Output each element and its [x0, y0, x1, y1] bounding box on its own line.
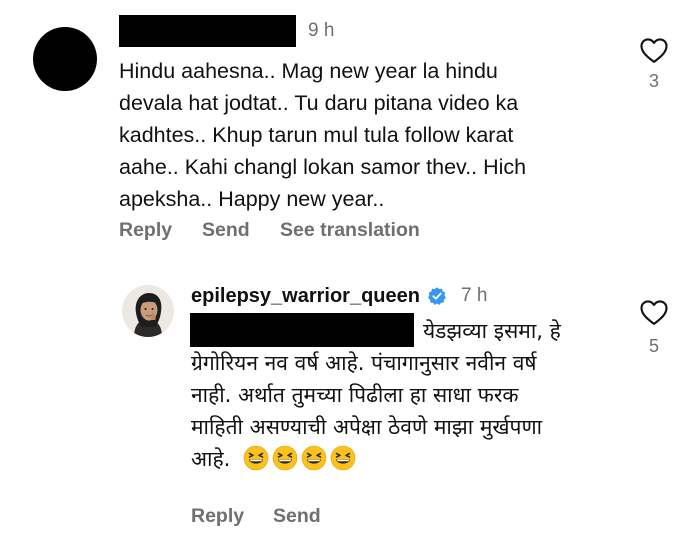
reply-reply-button[interactable]: Reply: [191, 505, 244, 528]
emoji-row: [243, 445, 359, 471]
comment-like-button[interactable]: [639, 36, 669, 69]
grinning-squinting-face-icon: [272, 445, 298, 471]
comment-send-button[interactable]: Send: [202, 219, 250, 242]
comment-line: apeksha.. Happy new year..: [119, 187, 385, 211]
redacted-username: [119, 15, 296, 47]
reply-line: माहिती असण्याची अपेक्षा ठेवणे माझा मुर्ख…: [191, 415, 543, 439]
comment-line: kadhtes.. Khup tarun mul tula follow kar…: [119, 123, 514, 147]
reply-body: येडझव्या इसमा, हे ग्रेगोरियन नव वर्ष आहे…: [191, 315, 631, 475]
commenter-avatar[interactable]: [33, 27, 97, 91]
grinning-squinting-face-icon: [330, 445, 356, 471]
reply-line: आहे.: [191, 447, 231, 471]
reply-line: नाही. अर्थात तुमच्या पिढीला हा साधा फरक: [191, 383, 519, 407]
comment-line: devala hat jodtat.. Tu daru pitana video…: [119, 91, 519, 115]
grinning-squinting-face-icon: [301, 445, 327, 471]
reply-line: ग्रेगोरियन नव वर्ष आहे. पंचागानुसार नवीन…: [191, 351, 537, 375]
comment-line: aahe.. Kahi changl lokan samor thev.. Hi…: [119, 155, 527, 179]
comment-like-count: 3: [648, 71, 659, 91]
comment-reply-button[interactable]: Reply: [119, 219, 172, 242]
reply-line: येडझव्या इसमा, हे: [423, 319, 561, 343]
verified-badge-icon: [427, 287, 446, 305]
reply-username[interactable]: epilepsy_warrior_queen: [191, 285, 420, 308]
reply-last-line: आहे.: [191, 443, 631, 475]
profile-photo: [122, 285, 174, 337]
reply-header: epilepsy_warrior_queen 7 h: [191, 283, 487, 309]
reply-send-button[interactable]: Send: [273, 505, 321, 528]
reply-like-button[interactable]: [639, 298, 669, 331]
comment-line: Hindu aahesna.. Mag new year la hindu: [119, 59, 498, 83]
heart-icon: [640, 300, 668, 325]
reply-timestamp: 7 h: [460, 285, 488, 306]
comment-timestamp: 9 h: [308, 20, 335, 41]
replier-avatar[interactable]: [122, 285, 174, 337]
reply-like-count: 5: [648, 336, 659, 356]
comment-body: Hindu aahesna.. Mag new year la hindu de…: [119, 55, 619, 215]
heart-icon: [640, 38, 668, 63]
grinning-squinting-face-icon: [243, 445, 269, 471]
see-translation-button[interactable]: See translation: [280, 219, 420, 242]
